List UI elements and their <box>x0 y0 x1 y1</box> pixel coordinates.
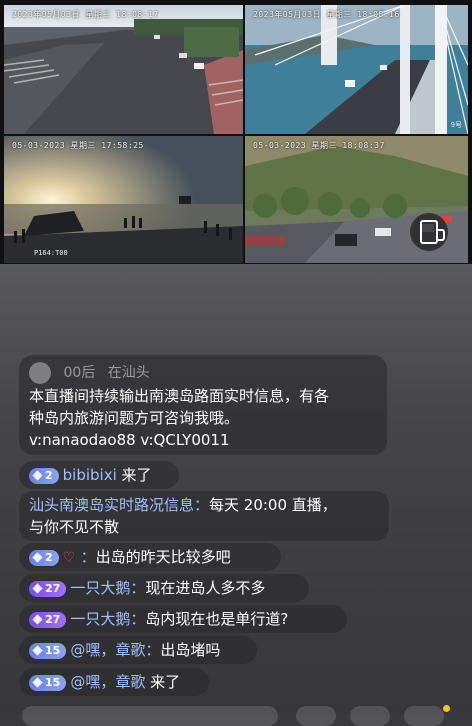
chat-message[interactable]: 2 ♡ ：出岛的昨天比较多吧 <box>19 543 281 571</box>
intersection-image <box>4 5 243 134</box>
bridge-image <box>245 5 468 134</box>
chat-message[interactable]: 27 一只大鹅：现在进岛人多不多 <box>19 574 309 602</box>
notification-dot <box>443 705 450 712</box>
gem-icon <box>32 614 43 625</box>
camera-timestamp: 05-03-2023 星期三 18:08:37 <box>253 141 385 150</box>
chat-username[interactable]: bibibixi <box>63 466 117 484</box>
level-badge: 2 <box>29 467 59 484</box>
chat-text: 出岛堵吗 <box>160 641 221 659</box>
camera-caption: P164:T00 <box>34 249 68 257</box>
level-badge: 2 <box>29 549 59 566</box>
phone-rotate-icon <box>420 220 445 244</box>
chat-text-continued: 与你不见不散 <box>29 518 120 536</box>
announcement-text-line2: 种岛内旅游问题方可咨询我哦。 <box>29 409 240 427</box>
comment-input[interactable] <box>22 706 278 726</box>
chat-username[interactable]: @嘿，章歌： <box>70 641 160 659</box>
gem-icon <box>32 470 43 481</box>
action-button[interactable] <box>350 706 390 726</box>
level-badge: 27 <box>29 580 67 597</box>
chat-username[interactable]: 一只大鹅： <box>70 610 145 628</box>
chat-message[interactable]: 15 @嘿，章歌 来了 <box>19 668 209 696</box>
camera-tile-intersection[interactable]: 2023年05月03日 星期三 18:08:17 <box>4 5 243 134</box>
chat-message[interactable]: 15 @嘿，章歌：出岛堵吗 <box>19 636 257 664</box>
announcement-location: 在汕头 <box>107 365 150 381</box>
camera-timestamp: 2023年05月03日 星期三 18:08:16 <box>253 10 400 19</box>
gem-icon <box>32 552 43 563</box>
camera-tile-sunset[interactable]: 05-03-2023 星期三 17:58:25 P164:T00 <box>4 136 243 263</box>
gem-icon <box>32 583 43 594</box>
sunset-image <box>4 136 243 263</box>
chat-text: 来了 <box>145 673 181 691</box>
pinned-announcement: 00后 在汕头 本直播间持续输出南澳岛路面实时信息，有各 种岛内旅游问题方可咨询… <box>19 355 387 455</box>
heart-avatar-icon: ♡ <box>62 549 76 566</box>
level-badge: 27 <box>29 611 67 628</box>
chat-text: 现在进岛人多不多 <box>145 579 266 597</box>
level-badge: 15 <box>29 642 67 659</box>
announcement-username[interactable]: 00后 <box>63 365 95 381</box>
announcement-header: 00后 在汕头 <box>29 361 377 385</box>
rotate-screen-button[interactable] <box>410 213 448 251</box>
gem-icon <box>32 677 43 688</box>
avatar[interactable] <box>29 362 51 384</box>
chat-message[interactable]: 27 一只大鹅：岛内现在也是单行道? <box>19 605 347 633</box>
gem-icon <box>32 645 43 656</box>
camera-caption: 9号 <box>450 121 462 129</box>
action-button[interactable] <box>296 706 336 726</box>
chat-message[interactable]: 汕头南澳岛实时路况信息：每天 20:00 直播， 与你不见不散 <box>19 491 389 541</box>
action-button[interactable] <box>404 706 444 726</box>
camera-grid[interactable]: 2023年05月03日 星期三 18:08:17 2023年05月03日 星期三… <box>0 0 472 264</box>
chat-text: 出岛的昨天比较多吧 <box>95 548 231 566</box>
camera-timestamp: 05-03-2023 星期三 17:58:25 <box>12 141 144 150</box>
camera-timestamp: 2023年05月03日 星期三 18:08:17 <box>12 10 159 19</box>
chat-text: 来了 <box>116 466 152 484</box>
chat-username[interactable]: 汕头南澳岛实时路况信息： <box>29 496 209 514</box>
chat-username[interactable]: 一只大鹅： <box>70 579 145 597</box>
announcement-text-line3: v:nanaodao88 v:QCLY0011 <box>29 431 230 449</box>
announcement-text-line1: 本直播间持续输出南澳岛路面实时信息，有各 <box>29 387 330 405</box>
chat-text: 每天 20:00 直播， <box>209 496 337 514</box>
chat-message[interactable]: 2 bibibixi 来了 <box>19 461 179 489</box>
chat-username[interactable]: @嘿，章歌 <box>70 673 145 691</box>
chat-username[interactable]: ： <box>81 548 96 566</box>
chat-text: 岛内现在也是单行道? <box>145 610 289 628</box>
level-badge: 15 <box>29 674 67 691</box>
camera-tile-bridge[interactable]: 2023年05月03日 星期三 18:08:16 9号 <box>245 5 468 134</box>
